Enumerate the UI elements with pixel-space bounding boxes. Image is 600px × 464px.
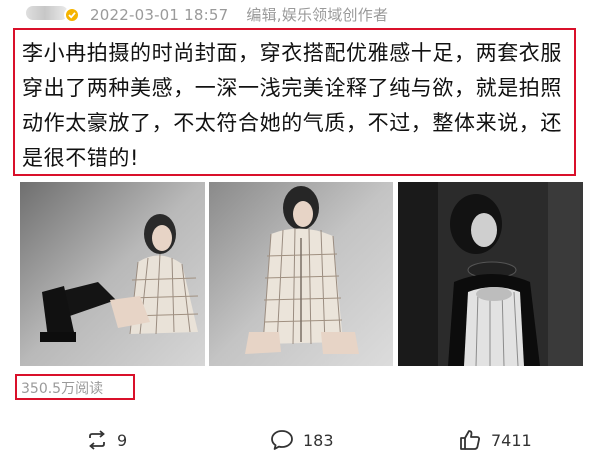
read-count: 350.5万阅读 xyxy=(21,381,104,397)
post-body-highlight: 李小冉拍摄的时尚封面，穿衣搭配优雅感十足，两套衣服穿出了两种美感，一深一浅完美诠… xyxy=(13,28,576,176)
post-body-text: 李小冉拍摄的时尚封面，穿衣搭配优雅感十足，两套衣服穿出了两种美感，一深一浅完美诠… xyxy=(22,41,562,170)
post-meta: 2022-03-01 18:57 编辑,娱乐领域创作者 xyxy=(90,4,388,25)
post-photo-2[interactable] xyxy=(209,182,393,366)
comment-button[interactable]: 183 xyxy=(270,428,334,452)
read-count-highlight: 350.5万阅读 xyxy=(15,374,135,400)
repost-count: 9 xyxy=(117,430,128,450)
author-tag: 编辑,娱乐领域创作者 xyxy=(246,6,389,24)
comment-icon xyxy=(271,430,293,450)
like-button[interactable]: 7411 xyxy=(458,428,532,452)
action-bar: 9 183 7411 xyxy=(0,420,600,460)
repost-button[interactable]: 9 xyxy=(86,428,127,452)
repost-icon xyxy=(89,430,105,450)
post-photo-1[interactable] xyxy=(20,182,205,366)
avatar[interactable] xyxy=(26,6,68,20)
like-count: 7411 xyxy=(491,430,532,450)
post-timestamp: 2022-03-01 18:57 xyxy=(90,6,229,24)
comment-count: 183 xyxy=(303,430,334,450)
verified-badge-icon xyxy=(64,7,80,23)
thumbs-up-icon xyxy=(460,430,480,450)
post-header: 2022-03-01 18:57 编辑,娱乐领域创作者 xyxy=(0,0,600,30)
post-photo-3[interactable] xyxy=(398,182,583,366)
